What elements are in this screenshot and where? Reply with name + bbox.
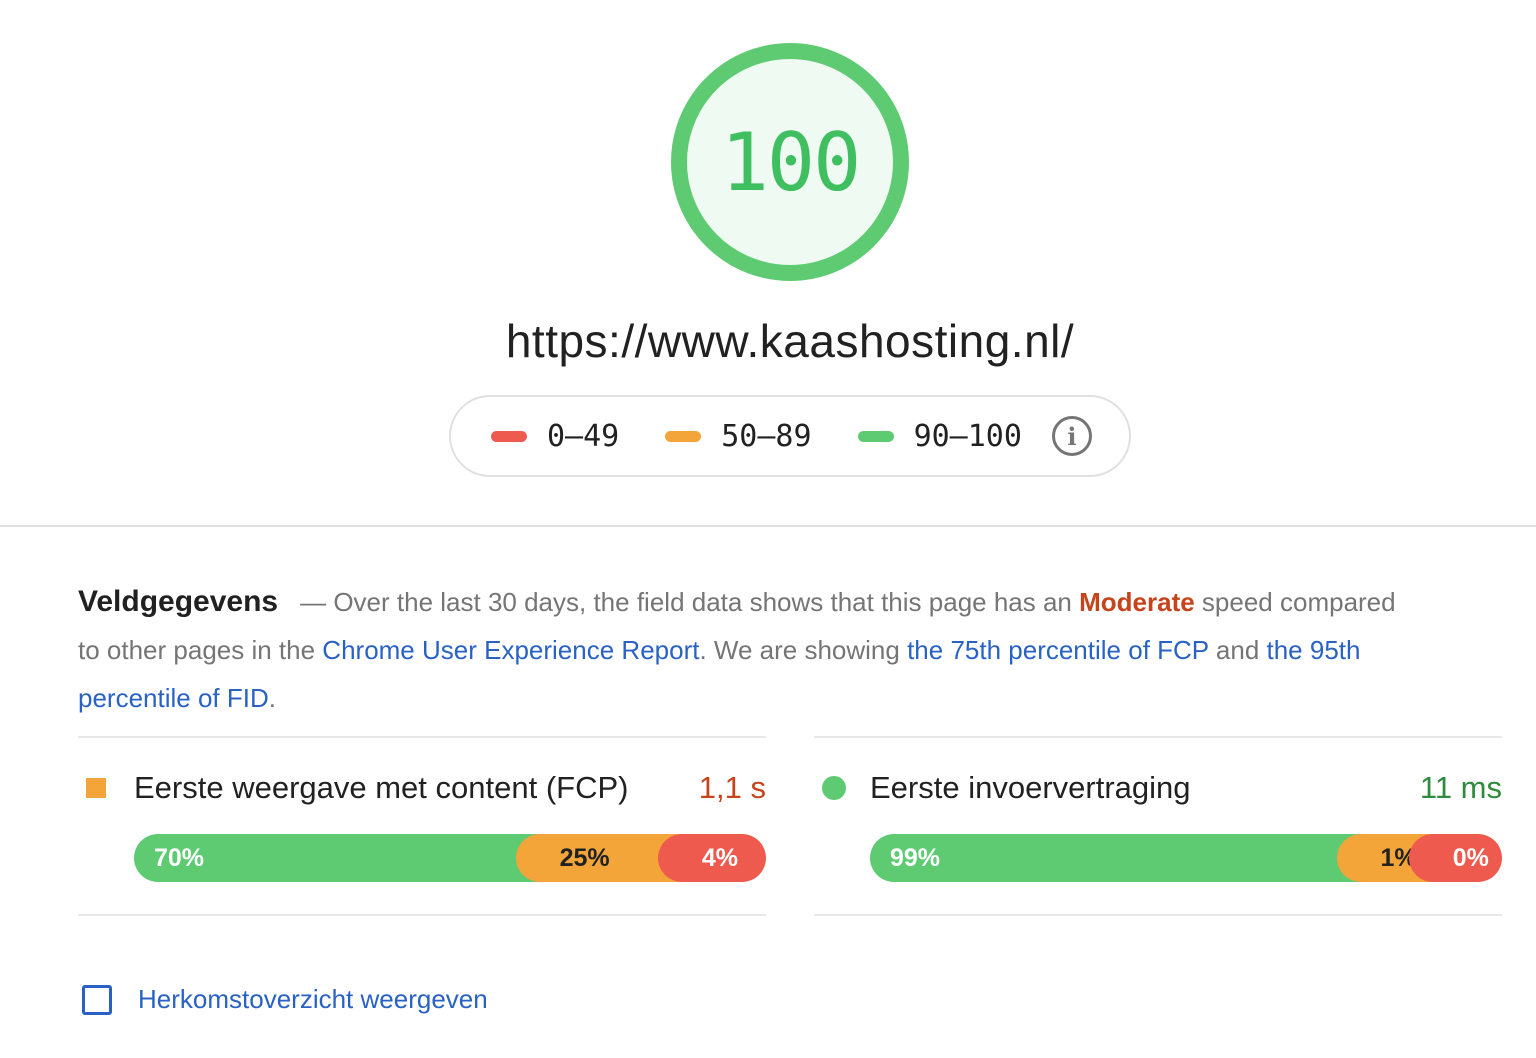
metric-fid-header: Eerste invoervertraging 11 ms: [814, 768, 1502, 808]
field-data-summary: Veldgegevens — Over the last 30 days, the…: [78, 578, 1398, 722]
score-value: 100: [720, 115, 862, 209]
field-data-text-3: . We are showing: [699, 635, 908, 665]
field-data-text-5: .: [268, 683, 276, 713]
score-legend: 0–49 50–89 90–100 i: [449, 395, 1131, 477]
legend-item-average: 50–89: [665, 418, 812, 454]
fid-segment-slow: 0%: [1408, 834, 1502, 882]
orange-square-icon: [86, 778, 106, 798]
field-data-dash: —: [300, 587, 327, 617]
metric-fcp-header: Eerste weergave met content (FCP) 1,1 s: [78, 768, 766, 808]
origin-summary-checkbox[interactable]: [82, 984, 112, 1015]
page-url: https://www.kaashosting.nl/: [505, 315, 1075, 367]
legend-swatch-orange: [665, 430, 702, 442]
fid-segment-fast: 99%: [870, 834, 1361, 882]
info-icon[interactable]: i: [1051, 416, 1092, 456]
legend-item-pass: 90–100: [857, 418, 1022, 454]
origin-summary-toggle[interactable]: Herkomstoverzicht weergeven: [82, 984, 488, 1015]
speed-category: Moderate: [1079, 587, 1195, 617]
legend-label-fail: 0–49: [547, 418, 620, 454]
fcp-segment-fast: 70%: [134, 834, 540, 882]
metric-fid-distribution-bar: 99% 1% 0%: [870, 834, 1502, 882]
green-circle-icon: [822, 776, 846, 800]
field-data-title: Veldgegevens: [78, 585, 279, 618]
fcp-percentile-link[interactable]: the 75th percentile of FCP: [907, 635, 1209, 665]
legend-item-fail: 0–49: [491, 419, 619, 454]
metric-fcp-name: Eerste weergave met content (FCP): [134, 770, 629, 805]
metric-fcp-distribution-bar: 70% 25% 4%: [134, 834, 766, 882]
legend-swatch-red: [491, 430, 527, 442]
legend-swatch-green: [857, 430, 894, 442]
crux-report-link[interactable]: Chrome User Experience Report: [322, 635, 699, 665]
metric-fid-value: 11 ms: [1419, 770, 1502, 805]
section-divider: [0, 525, 1536, 527]
field-data-text-4: and: [1208, 635, 1267, 665]
field-data-text-1: Over the last 30 days, the field data sh…: [326, 587, 1080, 617]
origin-summary-label[interactable]: Herkomstoverzicht weergeven: [138, 984, 488, 1015]
metric-fid-name: Eerste invoervertraging: [870, 770, 1191, 805]
metric-fid: Eerste invoervertraging 11 ms 99% 1% 0%: [814, 736, 1502, 916]
score-gauge: 100: [670, 42, 910, 282]
fcp-segment-slow: 4%: [657, 834, 766, 882]
legend-label-average: 50–89: [721, 418, 812, 454]
metric-fcp-value: 1,1 s: [698, 770, 766, 805]
metric-fcp: Eerste weergave met content (FCP) 1,1 s …: [78, 736, 766, 916]
fcp-segment-average: 25%: [515, 834, 682, 882]
legend-label-pass: 90–100: [913, 418, 1022, 454]
